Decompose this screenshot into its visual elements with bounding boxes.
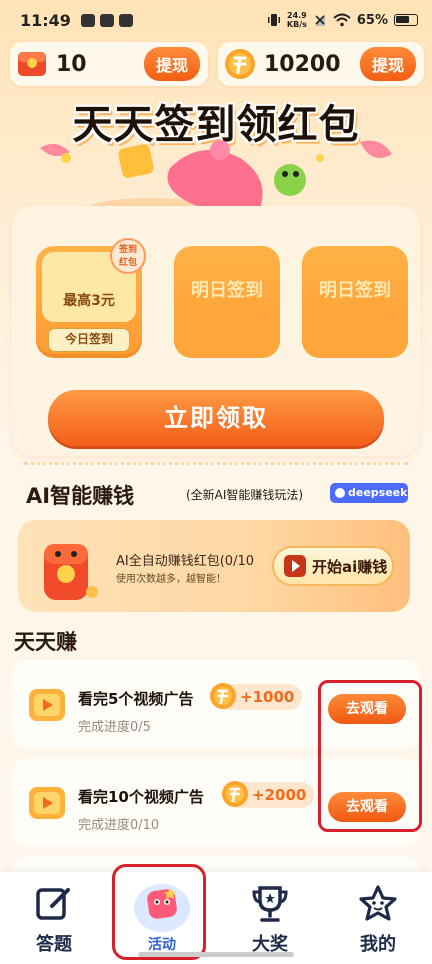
tomorrow-label: 明日签到	[191, 280, 263, 301]
coin-icon	[225, 49, 255, 79]
claim-now-button[interactable]: 立即领取	[48, 390, 384, 446]
vibrate-icon	[267, 14, 280, 26]
app-notification-icon	[118, 13, 133, 27]
edit-icon	[36, 888, 70, 920]
checkin-day-next: 明日签到	[302, 246, 408, 358]
section-divider	[24, 462, 408, 465]
day-arc	[302, 318, 408, 358]
app-notification-icon	[99, 13, 114, 27]
network-speed: 24.9 KB/s	[287, 11, 307, 29]
star-face-icon	[359, 885, 397, 921]
tag-line1: 签到	[118, 245, 137, 255]
ai-card-title: AI全自动赚钱红包(0/10	[116, 554, 254, 569]
video-play-icon	[29, 689, 65, 721]
task-reward-value: +1000	[240, 688, 295, 706]
speed-value: 24.9	[287, 11, 307, 20]
red-packet-icon	[18, 52, 46, 76]
daily-earn-title: 天天赚	[14, 630, 77, 654]
checkin-day-tomorrow: 明日签到	[174, 246, 280, 358]
nav-item-mine[interactable]: 我的	[324, 872, 432, 964]
status-bar: 11:49 24.9 KB/s 65%	[0, 0, 432, 40]
speed-unit: KB/s	[286, 20, 307, 29]
mascot-illustration	[40, 140, 392, 218]
ai-section-subtitle: (全新AI智能赚钱玩法)	[186, 488, 304, 502]
status-time: 11:49	[20, 10, 71, 30]
coin-amount: 10200	[264, 51, 341, 77]
nav-label-mine: 我的	[360, 934, 396, 955]
start-ai-earn-button[interactable]: 开始ai赚钱	[272, 546, 394, 586]
wifi-icon	[333, 13, 351, 27]
today-reward: 最高3元	[63, 293, 115, 309]
ai-section-title: AI智能赚钱	[26, 484, 135, 508]
task-name: 看完10个视频广告	[78, 788, 204, 806]
today-checkin-button[interactable]: 今日签到	[48, 328, 130, 352]
video-play-icon	[29, 787, 65, 819]
withdraw-coin-button[interactable]: 提现	[359, 47, 416, 81]
battery-icon	[394, 14, 418, 26]
highlight-box-watch-buttons	[318, 680, 422, 832]
task-progress: 完成进度0/10	[78, 818, 160, 833]
checkin-card: 最高3元 签到红包 今日签到 明日签到 明日签到 立即领取	[12, 206, 420, 456]
nav-label-quiz: 答题	[36, 934, 72, 955]
notification-icons	[80, 13, 133, 27]
trophy-icon	[252, 886, 288, 922]
red-packet-balance: 10 提现	[10, 42, 208, 86]
checkin-day-today[interactable]: 最高3元 签到红包 今日签到	[36, 238, 146, 358]
battery-percent: 65%	[356, 12, 388, 28]
app-notification-icon	[80, 13, 95, 27]
nav-item-quiz[interactable]: 答题	[0, 872, 108, 964]
red-packet-amount: 10	[56, 51, 87, 77]
play-icon	[284, 555, 306, 577]
task-reward-value: +2000	[252, 786, 307, 804]
next-day-label: 明日签到	[319, 280, 391, 301]
coin-icon	[222, 781, 248, 807]
task-progress: 完成进度0/5	[78, 720, 151, 735]
highlight-box-activity-tab	[112, 864, 206, 960]
checkin-red-packet-tag: 签到 红包	[110, 238, 146, 274]
ai-card-desc: 使用次数越多，越智能！	[116, 574, 226, 585]
coin-balance: 10200 提现	[218, 42, 424, 86]
task-reward: +1000	[210, 683, 303, 710]
task-name: 看完5个视频广告	[78, 690, 194, 708]
day-arc	[174, 318, 280, 358]
tag-line2: 红包	[118, 258, 137, 268]
home-indicator	[138, 952, 294, 957]
red-bag-mascot-icon	[44, 544, 98, 600]
start-ai-earn-label: 开始ai赚钱	[312, 557, 388, 576]
status-right: 24.9 KB/s 65%	[267, 11, 418, 29]
nav-item-prize[interactable]: 大奖	[216, 872, 324, 964]
no-sim-icon	[314, 14, 325, 26]
withdraw-cash-button[interactable]: 提现	[143, 47, 200, 81]
ai-earn-card[interactable]: AI全自动赚钱红包(0/10 使用次数越多，越智能！ 开始ai赚钱	[18, 520, 410, 612]
bottom-nav: 答题 活动 大奖 我的	[0, 872, 432, 964]
deepseek-badge: deepseek	[330, 483, 408, 503]
task-reward: +2000	[222, 781, 315, 808]
coin-icon	[210, 683, 236, 709]
